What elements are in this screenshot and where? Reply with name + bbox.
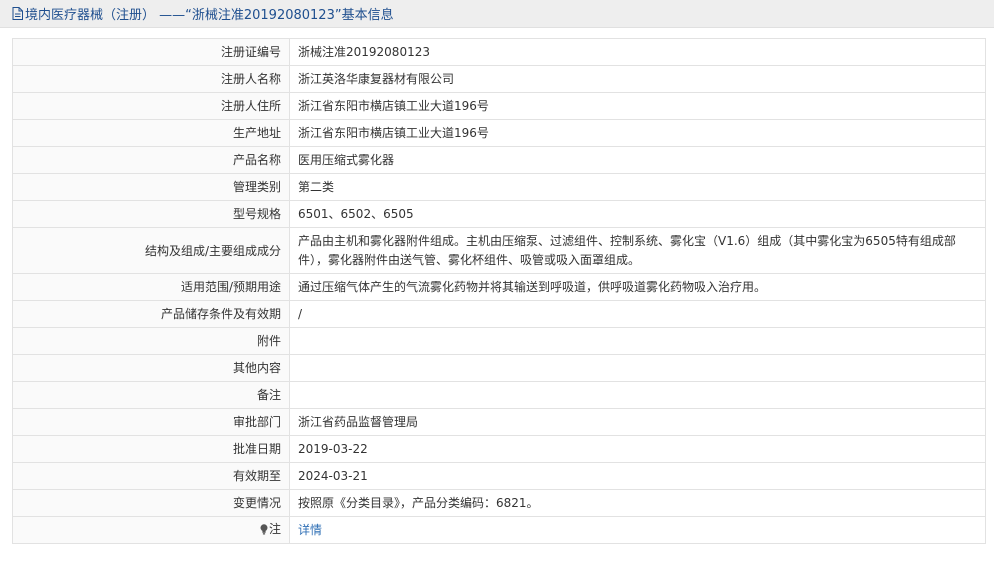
table-row: 审批部门 浙江省药品监督管理局 — [12, 408, 986, 436]
table-row: 产品储存条件及有效期 / — [12, 300, 986, 328]
table-row: 批准日期 2019-03-22 — [12, 435, 986, 463]
field-value: 产品由主机和雾化器附件组成。主机由压缩泵、过滤组件、控制系统、雾化宝（V1.6）… — [289, 227, 986, 274]
document-icon — [12, 7, 23, 20]
field-value: 2024-03-21 — [289, 462, 986, 490]
field-value: 2019-03-22 — [289, 435, 986, 463]
table-row: 变更情况 按照原《分类目录》，产品分类编码：6821。 — [12, 489, 986, 517]
field-value: 浙江英洛华康复器材有限公司 — [289, 65, 986, 93]
table-row: 型号规格 6501、6502、6505 — [12, 200, 986, 228]
field-label: 注册证编号 — [12, 38, 290, 66]
field-value: 通过压缩气体产生的气流雾化药物并将其输送到呼吸道，供呼吸道雾化药物吸入治疗用。 — [289, 273, 986, 301]
table-row: 注册证编号 浙械注准20192080123 — [12, 38, 986, 66]
table-row: 管理类别 第二类 — [12, 173, 986, 201]
details-link[interactable]: 详情 — [298, 523, 322, 537]
field-value: 医用压缩式雾化器 — [289, 146, 986, 174]
field-label: 产品储存条件及有效期 — [12, 300, 290, 328]
page-title: 境内医疗器械（注册） ——“浙械注准20192080123”基本信息 — [25, 8, 394, 23]
field-label: 生产地址 — [12, 119, 290, 147]
lightbulb-icon — [260, 522, 268, 540]
table-row: 其他内容 — [12, 354, 986, 382]
note-row: 注 详情 — [12, 516, 986, 544]
field-label: 变更情况 — [12, 489, 290, 517]
field-label: 审批部门 — [12, 408, 290, 436]
info-panel: 注册证编号 浙械注准20192080123 注册人名称 浙江英洛华康复器材有限公司 注册… — [12, 38, 986, 544]
table-row: 结构及组成/主要组成成分 产品由主机和雾化器附件组成。主机由压缩泵、过滤组件、控制… — [12, 227, 986, 274]
note-label: 注 — [268, 522, 281, 536]
field-label: 管理类别 — [12, 173, 290, 201]
field-label: 批准日期 — [12, 435, 290, 463]
note-value-cell: 详情 — [289, 516, 986, 544]
field-value: 按照原《分类目录》，产品分类编码：6821。 — [289, 489, 986, 517]
field-label: 产品名称 — [12, 146, 290, 174]
field-value: 第二类 — [289, 173, 986, 201]
table-row: 生产地址 浙江省东阳市横店镇工业大道196号 — [12, 119, 986, 147]
field-label: 注册人名称 — [12, 65, 290, 93]
field-value: 6501、6502、6505 — [289, 200, 986, 228]
field-label: 有效期至 — [12, 462, 290, 490]
table-row: 适用范围/预期用途 通过压缩气体产生的气流雾化药物并将其输送到呼吸道，供呼吸道雾化… — [12, 273, 986, 301]
field-value — [289, 354, 986, 382]
field-value: 浙械注准20192080123 — [289, 38, 986, 66]
field-label: 附件 — [12, 327, 290, 355]
field-label: 其他内容 — [12, 354, 290, 382]
field-value: 浙江省药品监督管理局 — [289, 408, 986, 436]
field-label: 适用范围/预期用途 — [12, 273, 290, 301]
field-value — [289, 327, 986, 355]
table-row: 注册人住所 浙江省东阳市横店镇工业大道196号 — [12, 92, 986, 120]
field-value: / — [289, 300, 986, 328]
field-value: 浙江省东阳市横店镇工业大道196号 — [289, 119, 986, 147]
table-row: 注册人名称 浙江英洛华康复器材有限公司 — [12, 65, 986, 93]
page-header: 境内医疗器械（注册） ——“浙械注准20192080123”基本信息 — [0, 0, 994, 28]
table-row: 有效期至 2024-03-21 — [12, 462, 986, 490]
field-label: 型号规格 — [12, 200, 290, 228]
field-value — [289, 381, 986, 409]
field-label: 结构及组成/主要组成成分 — [12, 227, 290, 274]
table-row: 附件 — [12, 327, 986, 355]
note-label-cell: 注 — [12, 516, 290, 544]
table-row: 产品名称 医用压缩式雾化器 — [12, 146, 986, 174]
field-label: 备注 — [12, 381, 290, 409]
field-label: 注册人住所 — [12, 92, 290, 120]
field-value: 浙江省东阳市横店镇工业大道196号 — [289, 92, 986, 120]
table-row: 备注 — [12, 381, 986, 409]
info-table: 注册证编号 浙械注准20192080123 注册人名称 浙江英洛华康复器材有限公司 注册… — [12, 38, 986, 544]
